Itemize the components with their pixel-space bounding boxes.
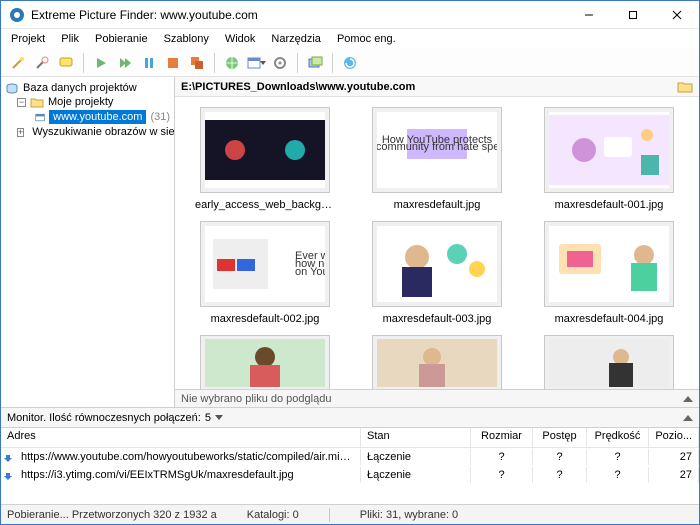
tool-images-icon[interactable] bbox=[304, 52, 326, 74]
row-level: 27 bbox=[649, 467, 699, 483]
thumb-item[interactable]: Ever wonderhow news workson YouTube?maxr… bbox=[189, 221, 341, 325]
row-state: Łączenie bbox=[361, 449, 471, 465]
database-icon bbox=[5, 83, 19, 94]
tool-gear-icon[interactable] bbox=[269, 52, 291, 74]
download-icon bbox=[1, 452, 15, 462]
tool-wand-icon[interactable] bbox=[7, 52, 29, 74]
menubar: Projekt Plik Pobieranie Szablony Widok N… bbox=[1, 29, 699, 49]
table-row[interactable]: https://www.youtube.com/howyoutubeworks/… bbox=[1, 448, 699, 466]
breadcrumb-path: E:\PICTURES_Downloads\www.youtube.com bbox=[181, 81, 415, 93]
row-address: https://www.youtube.com/howyoutubeworks/… bbox=[15, 449, 361, 465]
thumb-item[interactable] bbox=[361, 335, 513, 389]
tool-pause-icon[interactable] bbox=[138, 52, 160, 74]
thumbnail-grid[interactable]: early_access_web_background_expanded_...… bbox=[175, 97, 699, 389]
expand-icon[interactable]: + bbox=[17, 128, 24, 137]
row-speed: ? bbox=[587, 467, 649, 483]
row-size: ? bbox=[471, 449, 533, 465]
col-size[interactable]: Rozmiar bbox=[471, 428, 533, 447]
tree-myprojects-label: Moje projekty bbox=[48, 96, 113, 108]
preview-bar: Nie wybrano pliku do podglądu bbox=[175, 389, 699, 407]
chevron-down-icon[interactable] bbox=[215, 415, 223, 420]
tool-stopall-icon[interactable] bbox=[186, 52, 208, 74]
tool-calendar-icon[interactable] bbox=[245, 52, 267, 74]
collapse-icon[interactable]: − bbox=[17, 98, 26, 107]
menu-narzedzia[interactable]: Narzędzia bbox=[267, 33, 325, 45]
row-progress: ? bbox=[533, 449, 587, 465]
menu-plik[interactable]: Plik bbox=[57, 33, 83, 45]
monitor-columns: Adres Stan Rozmiar Postęp Prędkość Pozio… bbox=[1, 428, 699, 448]
monitor-connections: 5 bbox=[205, 412, 211, 424]
project-icon bbox=[35, 112, 45, 123]
monitor-header: Monitor. Ilość równoczesnych połączeń: 5 bbox=[1, 407, 699, 427]
row-progress: ? bbox=[533, 467, 587, 483]
thumb-item[interactable] bbox=[533, 335, 685, 389]
thumb-item[interactable]: maxresdefault-001.jpg bbox=[533, 107, 685, 211]
chevron-up-icon[interactable] bbox=[683, 415, 693, 421]
window-title: Extreme Picture Finder: www.youtube.com bbox=[31, 8, 567, 22]
col-progress[interactable]: Postęp bbox=[533, 428, 587, 447]
minimize-button[interactable] bbox=[567, 1, 611, 29]
tree-websearch[interactable]: + Wyszukiwanie obrazów w sieci bbox=[3, 125, 172, 139]
status-download: Pobieranie... Przetworzonych 320 z 1932 … bbox=[7, 509, 217, 521]
row-address: https://i3.ytimg.com/vi/EEIxTRMSgUk/maxr… bbox=[15, 467, 361, 483]
tool-globe-icon[interactable] bbox=[221, 52, 243, 74]
row-speed: ? bbox=[587, 449, 649, 465]
status-files: Pliki: 31, wybrane: 0 bbox=[360, 509, 458, 521]
tool-update-icon[interactable] bbox=[339, 52, 361, 74]
col-address[interactable]: Adres bbox=[1, 428, 361, 447]
preview-empty-text: Nie wybrano pliku do podglądu bbox=[181, 393, 331, 405]
breadcrumb: E:\PICTURES_Downloads\www.youtube.com bbox=[175, 77, 699, 97]
thumb-item[interactable]: early_access_web_background_expanded_... bbox=[189, 107, 341, 211]
monitor-table: Adres Stan Rozmiar Postęp Prędkość Pozio… bbox=[1, 427, 699, 504]
svg-text:our community from hate speech: our community from hate speech bbox=[377, 141, 497, 153]
tool-play-icon[interactable] bbox=[90, 52, 112, 74]
tree-selected-count: (31) bbox=[150, 111, 170, 123]
folder-icon bbox=[30, 97, 44, 108]
open-folder-icon[interactable] bbox=[677, 81, 693, 93]
titlebar: Extreme Picture Finder: www.youtube.com bbox=[1, 1, 699, 29]
status-dirs: Katalogi: 0 bbox=[247, 509, 299, 521]
row-state: Łączenie bbox=[361, 467, 471, 483]
thumb-item[interactable]: maxresdefault-003.jpg bbox=[361, 221, 513, 325]
tool-stop-icon[interactable] bbox=[162, 52, 184, 74]
menu-pobieranie[interactable]: Pobieranie bbox=[91, 33, 152, 45]
tree-selected-label: www.youtube.com bbox=[49, 110, 146, 124]
menu-widok[interactable]: Widok bbox=[221, 33, 260, 45]
tool-props-icon[interactable] bbox=[31, 52, 53, 74]
statusbar: Pobieranie... Przetworzonych 320 z 1932 … bbox=[1, 504, 699, 524]
tree-selected-project[interactable]: www.youtube.com (31) bbox=[3, 109, 172, 125]
thumb-item[interactable]: maxresdefault-004.jpg bbox=[533, 221, 685, 325]
col-state[interactable]: Stan bbox=[361, 428, 471, 447]
toolbar bbox=[1, 49, 699, 77]
row-level: 27 bbox=[649, 449, 699, 465]
table-row[interactable]: https://i3.ytimg.com/vi/EEIxTRMSgUk/maxr… bbox=[1, 466, 699, 484]
monitor-title: Monitor. Ilość równoczesnych połączeń: bbox=[7, 412, 201, 424]
menu-szablony[interactable]: Szablony bbox=[160, 33, 213, 45]
download-icon bbox=[1, 470, 15, 480]
svg-text:on YouTube?: on YouTube? bbox=[295, 266, 325, 278]
thumb-item[interactable]: How YouTube protectsour community from h… bbox=[361, 107, 513, 211]
menu-pomoc[interactable]: Pomoc eng. bbox=[333, 33, 400, 45]
maximize-button[interactable] bbox=[611, 1, 655, 29]
tree-root[interactable]: Baza danych projektów bbox=[3, 81, 172, 95]
chevron-up-icon[interactable] bbox=[683, 396, 693, 402]
app-icon bbox=[9, 7, 25, 23]
sidebar: Baza danych projektów − Moje projekty ww… bbox=[1, 77, 175, 407]
menu-projekt[interactable]: Projekt bbox=[7, 33, 49, 45]
tree-websearch-label: Wyszukiwanie obrazów w sieci bbox=[32, 126, 175, 138]
col-speed[interactable]: Prędkość bbox=[587, 428, 649, 447]
tree-root-label: Baza danych projektów bbox=[23, 82, 137, 94]
thumb-item[interactable] bbox=[189, 335, 341, 389]
tool-chat-icon[interactable] bbox=[55, 52, 77, 74]
col-level[interactable]: Pozio... bbox=[649, 428, 699, 447]
tree-myprojects[interactable]: − Moje projekty bbox=[3, 95, 172, 109]
tool-playall-icon[interactable] bbox=[114, 52, 136, 74]
close-button[interactable] bbox=[655, 1, 699, 29]
row-size: ? bbox=[471, 467, 533, 483]
